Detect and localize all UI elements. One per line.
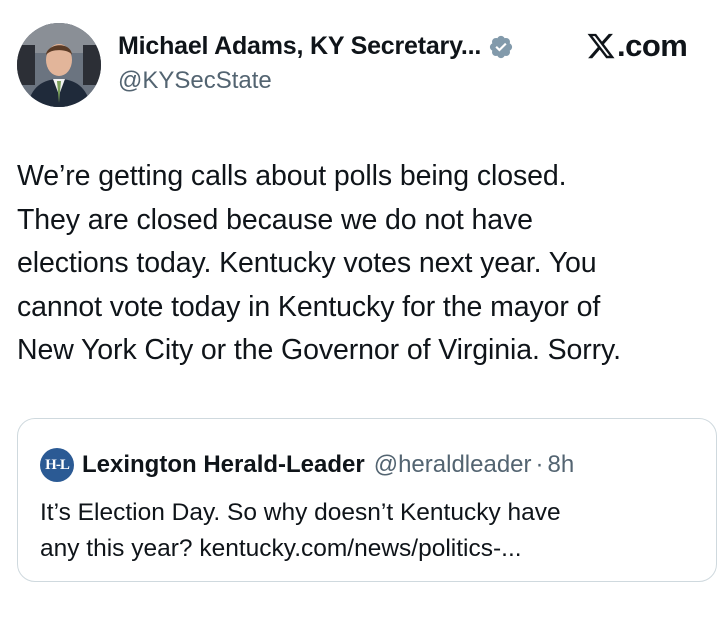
brand-watermark: .com <box>586 28 688 64</box>
quoted-tweet-header: H-L Lexington Herald-Leader @heraldleade… <box>40 448 574 482</box>
x-logo-icon <box>586 31 616 61</box>
avatar-photo <box>17 23 101 107</box>
avatar[interactable] <box>17 23 101 107</box>
tweet-text-line: We’re getting calls about polls being cl… <box>17 160 567 192</box>
quoted-text-line: any this year? kentucky.com/news/politic… <box>40 535 522 562</box>
quoted-text-line: It’s Election Day. So why doesn’t Kentuc… <box>40 499 561 526</box>
author-row: Michael Adams, KY Secretary... <box>118 32 514 61</box>
tweet-text-line: elections today. Kentucky votes next yea… <box>17 247 597 279</box>
author-handle[interactable]: @KYSecState <box>118 67 272 95</box>
herald-leader-logo-icon: H-L <box>40 448 74 482</box>
tweet-card: Michael Adams, KY Secretary... @KYSecSta… <box>0 0 720 619</box>
separator-dot: · <box>535 451 544 478</box>
quoted-tweet[interactable]: H-L Lexington Herald-Leader @heraldleade… <box>17 418 717 582</box>
tweet-text: We’re getting calls about polls being cl… <box>17 155 707 373</box>
tweet-text-line: New York City or the Governor of Virgini… <box>17 334 621 366</box>
brand-domain-text: .com <box>617 28 688 63</box>
quoted-author-handle[interactable]: @heraldleader <box>374 451 532 479</box>
author-display-name[interactable]: Michael Adams, KY Secretary... <box>118 32 481 61</box>
quoted-author-name[interactable]: Lexington Herald-Leader <box>82 451 365 479</box>
tweet-text-line: cannot vote today in Kentucky for the ma… <box>17 290 601 323</box>
quoted-tweet-text: It’s Election Day. So why doesn’t Kentuc… <box>40 495 561 567</box>
quoted-timestamp[interactable]: 8h <box>548 451 575 479</box>
tweet-text-line: They are closed because we do not have <box>17 203 533 236</box>
verified-badge-icon <box>488 34 514 60</box>
